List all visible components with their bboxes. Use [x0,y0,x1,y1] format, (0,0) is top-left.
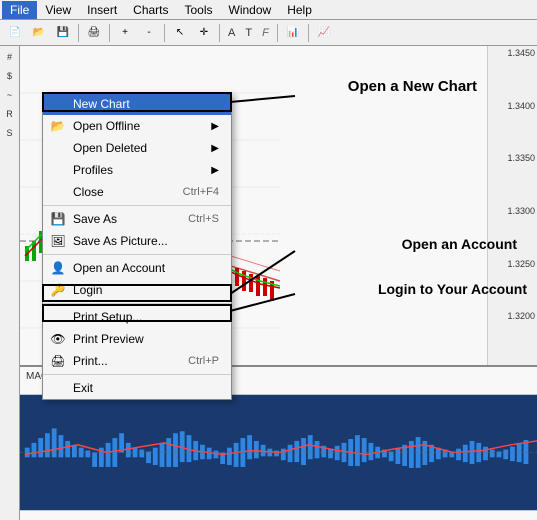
toolbar-print[interactable]: 🖨 [83,22,105,44]
menu-save-as[interactable]: 💾 Save As Ctrl+S [43,208,231,230]
menu-close[interactable]: Close Ctrl+F4 [43,181,231,203]
print-setup-label: Print Setup... [73,310,142,324]
print-shortcut: Ctrl+P [188,355,219,367]
price-axis: 1.3450 1.3400 1.3350 1.3300 1.3250 1.320… [487,46,537,376]
sidebar-icon-2[interactable]: $ [1,67,19,85]
menu-tools[interactable]: Tools [177,1,221,19]
toolbar-sep4 [219,24,220,42]
menu-charts[interactable]: Charts [125,1,176,19]
sidebar-icon-5[interactable]: S [1,124,19,142]
open-offline-arrow: ▶ [211,121,219,132]
menu-file[interactable]: File [2,1,37,19]
toolbar-indicators[interactable]: 📈 [313,22,335,44]
toolbar-sep6 [308,24,309,42]
toolbar-save[interactable]: 💾 [52,22,74,44]
toolbar-open[interactable]: 📂 [28,22,50,44]
close-shortcut: Ctrl+F4 [183,186,219,198]
dropdown-sep3 [43,303,231,304]
toolbar-text-fi: F [258,27,273,39]
toolbar-sep3 [164,24,165,42]
price-4: 1.3300 [490,206,535,216]
save-as-shortcut: Ctrl+S [188,213,219,225]
price-5: 1.3250 [490,259,535,269]
toolbar-text-t: T [241,27,256,39]
menu-insert[interactable]: Insert [79,1,125,19]
menu-print-setup[interactable]: Print Setup... [43,306,231,328]
print-preview-label: Print Preview [73,332,144,346]
account-icon: 👤 [47,261,69,275]
menu-open-offline[interactable]: 📂 Open Offline ▶ [43,115,231,137]
open-deleted-label: Open Deleted [73,141,147,155]
new-chart-label: New Chart [73,97,130,111]
sidebar: # $ ~ R S [0,46,20,520]
profiles-arrow: ▶ [211,165,219,176]
print-preview-icon: 👁 [47,332,69,346]
menu-view[interactable]: View [37,1,79,19]
sidebar-icon-4[interactable]: R [1,105,19,123]
chart-area: 1.3450 1.3400 1.3350 1.3300 1.3250 1.320… [20,46,537,520]
save-as-icon: 💾 [47,212,69,226]
dropdown-sep4 [43,374,231,375]
dropdown-sep2 [43,254,231,255]
profiles-label: Profiles [73,163,113,177]
print-icon: 🖨 [47,354,69,368]
toolbar-cursor[interactable]: ↖ [169,22,191,44]
sidebar-icon-3[interactable]: ~ [1,86,19,104]
toolbar-new[interactable]: 📄 [4,22,26,44]
menu-bar: File View Insert Charts Tools Window Hel… [0,0,537,20]
toolbar-crosshair[interactable]: ✛ [193,22,215,44]
menu-print-preview[interactable]: 👁 Print Preview [43,328,231,350]
annotation-new-chart: Open a New Chart [348,78,477,95]
price-1: 1.3450 [490,48,535,58]
print-label: Print... [73,354,108,368]
open-offline-label: Open Offline [73,119,140,133]
menu-save-picture[interactable]: 🖼 Save As Picture... [43,230,231,252]
price-6: 1.3200 [490,311,535,321]
open-offline-icon: 📂 [47,119,69,133]
open-account-label: Open an Account [73,261,165,275]
menu-exit[interactable]: Exit [43,377,231,399]
main-area: # $ ~ R S [0,46,537,520]
open-deleted-arrow: ▶ [211,143,219,154]
annotation-login: Login to Your Account [378,281,527,297]
menu-print[interactable]: 🖨 Print... Ctrl+P [43,350,231,372]
menu-profiles[interactable]: Profiles ▶ [43,159,231,181]
menu-open-account[interactable]: 👤 Open an Account [43,257,231,279]
sidebar-icon-1[interactable]: # [1,48,19,66]
menu-window[interactable]: Window [221,1,280,19]
exit-label: Exit [73,381,93,395]
save-picture-icon: 🖼 [47,234,69,248]
price-2: 1.3400 [490,101,535,111]
toolbar-zoom-out[interactable]: - [138,22,160,44]
annotation-open-account: Open an Account [402,236,517,252]
price-3: 1.3350 [490,153,535,163]
menu-help[interactable]: Help [279,1,320,19]
login-label: Login [73,283,102,297]
save-as-label: Save As [73,212,117,226]
macd-chart-svg [20,385,537,520]
menu-new-chart[interactable]: New Chart [43,93,231,115]
login-icon: 🔑 [47,283,69,297]
save-picture-label: Save As Picture... [73,234,168,248]
macd-chart [20,385,537,520]
toolbar-sep2 [109,24,110,42]
close-label: Close [73,185,104,199]
toolbar-zoom-in[interactable]: + [114,22,136,44]
toolbar: 📄 📂 💾 🖨 + - ↖ ✛ A T F 📊 📈 [0,20,537,46]
toolbar-text-a: A [224,27,239,39]
file-dropdown: New Chart 📂 Open Offline ▶ Open Deleted … [42,92,232,400]
toolbar-sep5 [277,24,278,42]
dropdown-sep1 [43,205,231,206]
toolbar-sep1 [78,24,79,42]
toolbar-chart-type[interactable]: 📊 [282,22,304,44]
menu-open-deleted[interactable]: Open Deleted ▶ [43,137,231,159]
menu-login[interactable]: 🔑 Login [43,279,231,301]
